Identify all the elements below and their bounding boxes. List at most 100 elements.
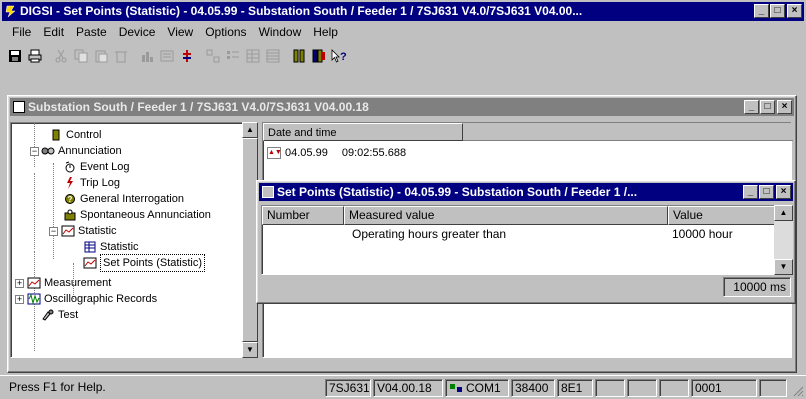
tree-item-statistic-folder[interactable]: Statistic — [61, 223, 117, 239]
child-maximize-button[interactable]: □ — [760, 100, 775, 114]
app-title-bar[interactable]: DIGSI - Set Points (Statistic) - 04.05.9… — [2, 2, 804, 21]
menu-help[interactable]: Help — [307, 25, 344, 39]
menu-view[interactable]: View — [161, 25, 199, 39]
menu-device[interactable]: Device — [113, 25, 162, 39]
device-icon[interactable] — [290, 47, 308, 65]
status-version: V04.00.18 — [373, 379, 443, 397]
column-header-date-time[interactable]: Date and time — [263, 123, 463, 141]
status-help-text: Press F1 for Help. — [9, 380, 106, 394]
scroll-down-button[interactable]: ▼ — [774, 259, 793, 275]
paste-icon[interactable] — [92, 47, 110, 65]
tree-item-control[interactable]: Control — [49, 127, 101, 143]
tree-item-label: Test — [58, 309, 79, 321]
cell-number[interactable] — [262, 226, 344, 242]
chart-icon[interactable] — [178, 47, 196, 65]
help-pointer-icon[interactable]: ? — [330, 47, 348, 65]
menu-paste[interactable]: Paste — [70, 25, 113, 39]
print-icon[interactable] — [26, 47, 44, 65]
minimize-button[interactable]: _ — [754, 4, 769, 18]
svg-text:?: ? — [340, 51, 347, 63]
small-icons-icon[interactable] — [224, 47, 242, 65]
tree-item-label: Statistic — [78, 225, 117, 237]
child-close-button[interactable]: × — [777, 100, 792, 114]
scroll-up-button[interactable]: ▲ — [242, 122, 258, 138]
device2-icon[interactable] — [310, 47, 328, 65]
control-icon — [49, 129, 63, 141]
maximize-button[interactable]: □ — [770, 4, 785, 18]
column-header-value[interactable]: Value — [668, 206, 776, 225]
menu-options[interactable]: Options — [199, 25, 252, 39]
status-format: 8E1 — [557, 379, 593, 397]
status-empty-2 — [627, 379, 657, 397]
status-port: COM1 — [445, 379, 509, 397]
tree-item-label: Set Points (Statistic) — [100, 254, 206, 272]
tree-expander-oscillographic-records[interactable]: + — [15, 295, 24, 304]
large-icons-icon[interactable] — [204, 47, 222, 65]
tree-item-spontaneous-annunciation[interactable]: Spontaneous Annunciation — [63, 207, 211, 223]
tree-item-label: Oscillographic Records — [44, 293, 158, 305]
bars-icon[interactable] — [138, 47, 156, 65]
tree-item-event-log[interactable]: Event Log — [63, 159, 130, 175]
child-window-icon — [13, 101, 25, 113]
scroll-down-button[interactable]: ▼ — [242, 342, 258, 358]
status-device: 7SJ631 — [325, 379, 371, 397]
tree-expander-measurement[interactable]: + — [15, 279, 24, 288]
column-header-measured-value[interactable]: Measured value — [344, 206, 668, 225]
child-title: Substation South / Feeder 1 / 7SJ631 V4.… — [28, 100, 369, 114]
status-port-label: COM1 — [466, 381, 501, 395]
cell-value[interactable]: 10000 hour — [668, 226, 776, 242]
statistic-table-icon — [83, 241, 97, 253]
status-counter: 0001 — [691, 379, 757, 397]
setpoints-grid[interactable]: Number Measured value Value Operating ho… — [261, 205, 793, 275]
setpoints-window-controls: _ □ × — [742, 185, 791, 199]
tree-item-general-interrogation[interactable]: ? General Interrogation — [63, 191, 184, 207]
app-window-controls: _ □ × — [753, 4, 802, 18]
delete-icon[interactable] — [112, 47, 130, 65]
child-window-controls: _ □ × — [743, 100, 792, 114]
tree-expander-annunciation[interactable]: − — [30, 147, 39, 156]
child-minimize-button[interactable]: _ — [744, 100, 759, 114]
tree-item-oscillographic-records[interactable]: Oscillographic Records — [27, 291, 157, 307]
trip-log-icon — [63, 177, 77, 189]
app-title: DIGSI - Set Points (Statistic) - 04.05.9… — [20, 4, 583, 18]
cut-icon[interactable] — [52, 47, 70, 65]
list-item[interactable]: ▲▼ 04.05.99 09:02:55.688 — [267, 145, 406, 161]
setpoints-minimize-button[interactable]: _ — [743, 185, 758, 199]
tree-item-label: Control — [66, 129, 102, 141]
size-grip-icon[interactable] — [792, 385, 804, 397]
setpoints-close-button[interactable]: × — [776, 185, 791, 199]
navigation-tree[interactable]: Control − Annunciation Event Log Trip Lo… — [10, 122, 258, 358]
list-icon[interactable] — [244, 47, 262, 65]
scroll-up-button[interactable]: ▲ — [774, 205, 793, 221]
close-button[interactable]: × — [787, 4, 802, 18]
test-icon — [41, 309, 55, 321]
setpoints-window-icon — [262, 186, 274, 198]
list-item-time: 09:02:55.688 — [341, 147, 407, 159]
properties-icon[interactable] — [158, 47, 176, 65]
menu-window[interactable]: Window — [253, 25, 308, 39]
tree-item-test[interactable]: Test — [41, 307, 78, 323]
menu-file[interactable]: File — [6, 25, 37, 39]
tree-item-label: Trip Log — [80, 177, 120, 189]
details-icon[interactable] — [264, 47, 282, 65]
tree-item-measurement[interactable]: Measurement — [27, 275, 111, 291]
tree-item-annunciation[interactable]: Annunciation — [41, 143, 122, 159]
child-title-bar[interactable]: Substation South / Feeder 1 / 7SJ631 V4.… — [10, 98, 794, 116]
measurement-icon — [27, 277, 41, 289]
status-empty-4 — [759, 379, 787, 397]
digsi-app-icon — [5, 5, 16, 18]
copy-icon[interactable] — [72, 47, 90, 65]
tree-expander-statistic[interactable]: − — [49, 227, 58, 236]
setpoints-maximize-button[interactable]: □ — [759, 185, 774, 199]
tree-item-set-points-statistic[interactable]: Set Points (Statistic) — [83, 254, 206, 272]
tree-item-trip-log[interactable]: Trip Log — [63, 175, 120, 191]
setpoints-title-bar[interactable]: Set Points (Statistic) - 04.05.99 - Subs… — [259, 183, 793, 201]
tree-item-statistic[interactable]: Statistic — [83, 239, 139, 255]
column-header-number[interactable]: Number — [262, 206, 344, 225]
save-icon[interactable] — [6, 47, 24, 65]
cell-measured-value[interactable]: Operating hours greater than — [348, 226, 668, 242]
list-item-date: 04.05.99 — [285, 147, 328, 159]
spontaneous-icon — [63, 209, 77, 221]
menu-edit[interactable]: Edit — [37, 25, 70, 39]
setpoints-scrollbar[interactable]: ▲ ▼ — [774, 205, 793, 275]
